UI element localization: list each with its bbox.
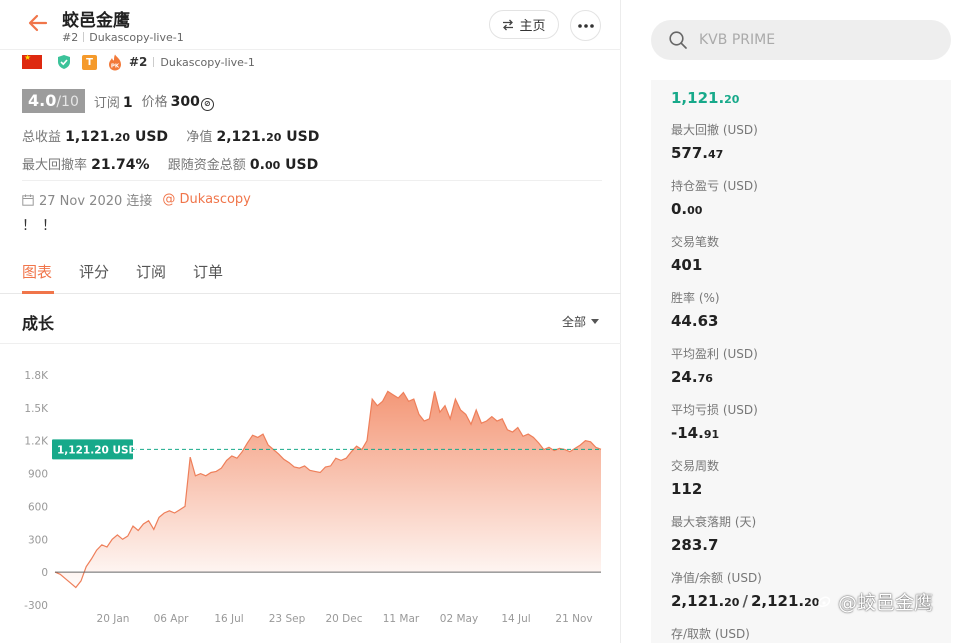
tab-subscribe[interactable]: 订阅 xyxy=(136,261,166,282)
score-max: /10 xyxy=(56,94,79,110)
balance-value: 1,121.20 xyxy=(671,89,740,107)
drawdown-row: 最大回撤率 21.74% 跟随资金总额 0.00 USD xyxy=(22,157,319,173)
tab-orders[interactable]: 订单 xyxy=(193,261,223,282)
divider xyxy=(22,180,602,181)
pk-label: PK xyxy=(111,63,120,69)
subscribe-count: 订阅 1 xyxy=(93,94,133,111)
score-row: 4.0 /10 订阅 1 价格 300 ⊘ xyxy=(22,89,214,113)
x-tick-label: 11 Mar xyxy=(383,613,420,625)
header-bar: 蛟邑金鹰 #2 Dukascopy-live-1 主页 xyxy=(0,0,621,50)
y-tick-label: 900 xyxy=(28,469,48,481)
tab-rating[interactable]: 评分 xyxy=(79,261,109,282)
price: 价格 300 ⊘ xyxy=(142,91,214,111)
search-input[interactable] xyxy=(699,32,919,48)
x-tick-label: 16 Jul xyxy=(214,613,243,625)
follow-funds-value: 0.00 USD xyxy=(249,157,319,173)
max-drawdown-value: 21.74% xyxy=(91,157,150,173)
growth-chart-svg: 1.8K 1.5K 1.2K 900 600 300 0 -300 20 Jan 06 Apr 1… xyxy=(24,370,602,625)
watermark: @蛟邑金鹰 xyxy=(816,588,933,615)
score-value: 4.0 xyxy=(28,91,57,110)
china-flag-icon xyxy=(22,53,42,69)
header-rank: #2 xyxy=(62,31,79,44)
signal-note: ！！ xyxy=(22,218,62,234)
y-tick-label: 1.5K xyxy=(24,403,49,415)
metric-value: 44.63 xyxy=(671,312,719,330)
connection-date: 27 Nov 2020 连接 xyxy=(39,194,153,209)
metric-label: 平均亏损 (USD) xyxy=(671,403,758,417)
x-tick-label: 02 May xyxy=(440,613,478,625)
profit-row: 总收益 1,121.20 USD 净值 2,121.20 USD xyxy=(22,129,320,145)
home-button-label: 主页 xyxy=(519,19,546,34)
metric-value: 24.76 xyxy=(671,368,713,386)
x-tick-label: 14 Jul xyxy=(501,613,530,625)
search-bar[interactable] xyxy=(651,20,951,60)
home-button[interactable]: 主页 xyxy=(489,10,559,39)
header-server: Dukascopy-live-1 xyxy=(89,31,184,44)
shield-check-icon xyxy=(58,55,70,69)
search-icon xyxy=(669,31,687,49)
swap-icon xyxy=(503,19,514,30)
badge-rank: #2 xyxy=(129,55,148,69)
y-tick-label: 1.2K xyxy=(24,436,49,448)
metric-label: 交易笔数 xyxy=(671,235,720,249)
x-tick-label: 20 Dec xyxy=(325,613,362,625)
tab-bar: 图表 评分 订阅 订单 xyxy=(0,255,621,294)
metric-label: 交易周数 xyxy=(671,459,720,473)
metric-value: 577.47 xyxy=(671,144,724,162)
growth-title: 成长 xyxy=(22,314,55,333)
range-dropdown[interactable]: 全部 xyxy=(562,313,600,330)
total-profit-value: 1,121.20 USD xyxy=(65,129,169,145)
badge-row: T PK #2 Dukascopy-live-1 xyxy=(22,53,255,71)
chart-area-fill xyxy=(55,391,601,588)
metric-value: -14.91 xyxy=(671,424,720,442)
equity-balance-label: 净值/余额 (USD) xyxy=(671,571,762,585)
x-tick-label: 23 Sep xyxy=(269,613,306,625)
caret-down-icon xyxy=(591,319,600,324)
more-options-button[interactable] xyxy=(570,10,601,41)
y-tick-label: -300 xyxy=(24,600,48,612)
header-subline: #2 Dukascopy-live-1 xyxy=(62,31,184,44)
pk-flame-icon: PK xyxy=(109,54,121,70)
score-badge: 4.0 /10 xyxy=(22,89,85,113)
metric-value: 401 xyxy=(671,256,703,274)
y-tick-label: 0 xyxy=(41,567,48,579)
calendar-icon xyxy=(22,194,34,206)
badge-server: Dukascopy-live-1 xyxy=(160,55,255,69)
current-value-label: 1,121.20 USD xyxy=(57,444,138,456)
x-tick-label: 21 Nov xyxy=(555,613,592,625)
metric-value: 0.00 xyxy=(671,200,703,218)
metrics-card: 1,121.20 最大回撤 (USD) 577.47 持仓盈亏 (USD) 0.… xyxy=(651,80,951,643)
weibo-logo-icon xyxy=(818,596,831,607)
x-tick-label: 06 Apr xyxy=(154,613,190,625)
equity-value: 2,121.20 USD xyxy=(216,129,320,145)
coin-icon: ⊘ xyxy=(200,98,214,111)
y-tick-label: 1.8K xyxy=(24,370,49,382)
growth-chart: 1.8K 1.5K 1.2K 900 600 300 0 -300 20 Jan 06 Apr 1… xyxy=(0,344,621,643)
x-tick-label: 20 Jan xyxy=(97,613,130,625)
range-value: 全部 xyxy=(562,315,587,329)
equity-balance-value: 2,121.20/2,121.20 xyxy=(671,592,820,610)
deposit-withdraw-label: 存/取款 (USD) xyxy=(671,627,750,641)
y-tick-label: 300 xyxy=(28,534,48,546)
metric-label: 最大衰落期 (天) xyxy=(671,515,757,529)
metric-value: 283.7 xyxy=(671,536,719,554)
active-tab-indicator xyxy=(22,291,54,294)
metric-value: 112 xyxy=(671,480,703,498)
metric-label: 平均盈利 (USD) xyxy=(671,347,758,361)
metric-label: 持仓盈亏 (USD) xyxy=(671,179,758,193)
signal-detail-panel: 蛟邑金鹰 #2 Dukascopy-live-1 主页 T PK #2 Dukas… xyxy=(0,0,621,643)
metric-label: 最大回撤 (USD) xyxy=(671,123,758,137)
page-title: 蛟邑金鹰 xyxy=(62,11,130,31)
connection-meta: 27 Nov 2020 连接 @ Dukascopy xyxy=(22,190,251,209)
tab-chart[interactable]: 图表 xyxy=(22,261,52,282)
broker-link[interactable]: @ Dukascopy xyxy=(162,192,250,207)
y-tick-label: 600 xyxy=(28,501,48,513)
t-badge-icon: T xyxy=(82,54,97,70)
metric-label: 胜率 (%) xyxy=(671,291,720,305)
more-dots-icon xyxy=(577,23,594,28)
back-arrow-icon[interactable] xyxy=(26,11,50,35)
